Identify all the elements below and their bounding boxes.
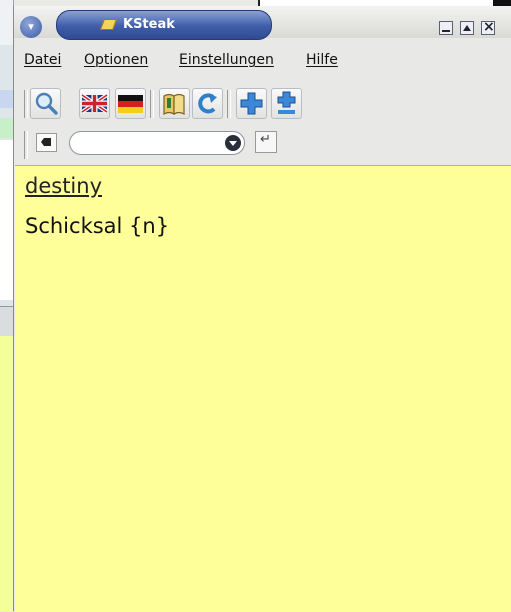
background-window-panel xyxy=(0,0,13,45)
german-english-button[interactable] xyxy=(115,88,146,119)
toolbar-separator xyxy=(150,90,154,118)
result-word[interactable]: destiny xyxy=(25,174,102,198)
background-window-panel xyxy=(0,306,13,338)
title-bar[interactable]: ▾ KSteak xyxy=(14,6,511,40)
background-window-panel xyxy=(0,90,13,108)
toolbar-separator xyxy=(227,90,231,118)
window-menu-button[interactable]: ▾ xyxy=(20,16,42,38)
add-entry-icon xyxy=(277,91,296,114)
add-button[interactable] xyxy=(236,88,267,119)
chevron-down-icon[interactable] xyxy=(225,135,241,151)
translate-go-button[interactable] xyxy=(255,131,277,153)
minimize-button[interactable] xyxy=(439,21,453,35)
search-combobox[interactable] xyxy=(69,131,245,155)
close-button[interactable] xyxy=(481,19,495,35)
ksteak-window: ▾ KSteak Datei Optionen Einstellungen Hi… xyxy=(13,6,511,612)
menu-einstellungen[interactable]: Einstellungen xyxy=(179,52,274,68)
result-area: destiny Schicksal {n} xyxy=(15,165,511,612)
background-window-panel xyxy=(0,140,13,300)
background-window-panel xyxy=(0,336,13,611)
background-window-panel xyxy=(0,118,13,138)
main-toolbar xyxy=(14,86,511,126)
result-translation: Schicksal {n} xyxy=(25,214,170,238)
add-entry-button[interactable] xyxy=(271,88,302,119)
back-button[interactable] xyxy=(192,88,223,119)
maximize-button[interactable] xyxy=(460,21,474,35)
background-window-left xyxy=(0,0,14,611)
german-flag-icon xyxy=(118,95,143,113)
toolbar-separator xyxy=(24,131,28,159)
english-german-button[interactable] xyxy=(79,88,110,119)
window-title: KSteak xyxy=(123,17,175,32)
dictionary-button[interactable] xyxy=(159,88,190,119)
search-icon xyxy=(35,92,58,115)
add-icon xyxy=(240,92,263,115)
book-icon xyxy=(163,93,185,116)
search-button[interactable] xyxy=(30,88,61,119)
search-toolbar xyxy=(14,127,511,159)
menu-datei[interactable]: Datei xyxy=(24,52,61,68)
app-icon xyxy=(99,19,118,30)
search-input[interactable] xyxy=(82,134,226,154)
arrow-return-icon xyxy=(198,93,217,114)
menu-optionen[interactable]: Optionen xyxy=(84,52,148,68)
menu-bar: Datei Optionen Einstellungen Hilfe xyxy=(14,47,511,73)
clear-search-button[interactable] xyxy=(36,133,57,152)
menu-hilfe[interactable]: Hilfe xyxy=(306,52,338,68)
title-pill[interactable]: KSteak xyxy=(56,10,272,40)
toolbar-separator xyxy=(24,90,28,118)
uk-flag-icon xyxy=(80,93,109,114)
